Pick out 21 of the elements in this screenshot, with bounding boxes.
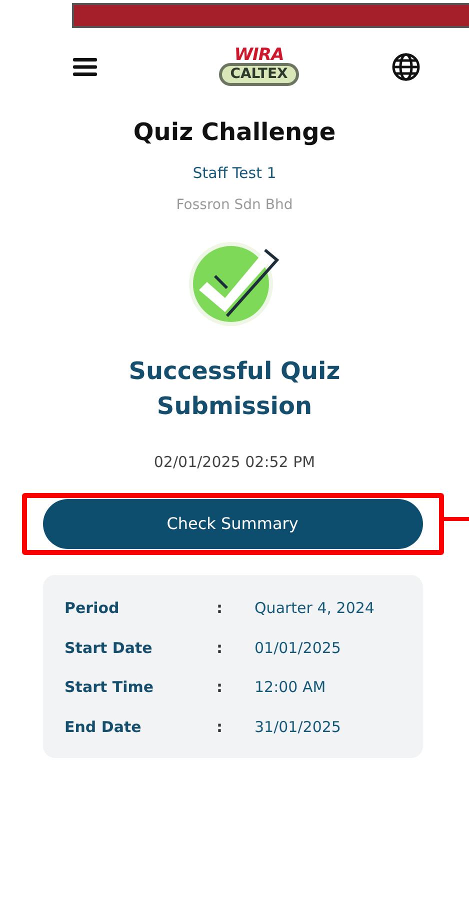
check-summary-button[interactable]: Check Summary: [42, 499, 422, 549]
detail-label: End Date: [64, 716, 142, 738]
detail-separator: :: [216, 677, 224, 698]
page-title: Quiz Challenge: [133, 117, 336, 148]
detail-value: 01/01/2025: [254, 638, 341, 658]
detail-label: Start Time: [64, 677, 155, 698]
timestamp: 02/01/2025 02:52 PM: [154, 452, 316, 472]
detail-label: Start Date: [64, 638, 154, 658]
detail-label: Period: [64, 598, 120, 619]
globe-icon[interactable]: [391, 52, 421, 82]
menu-icon[interactable]: [73, 57, 97, 77]
detail-value: Quarter 4, 2024: [254, 598, 374, 619]
detail-separator: :: [216, 716, 224, 738]
quiz-name: Staff Test 1: [192, 163, 276, 184]
detail-value: 12:00 AM: [254, 677, 326, 698]
detail-separator: :: [216, 598, 224, 619]
detail-value: 31/01/2025: [254, 716, 341, 738]
detail-separator: :: [216, 638, 224, 658]
result-message: Successful Quiz Submission: [128, 356, 342, 422]
logo: WIRA CALTEX: [219, 48, 299, 86]
company-name: Fossron Sdn Bhd: [176, 196, 293, 214]
